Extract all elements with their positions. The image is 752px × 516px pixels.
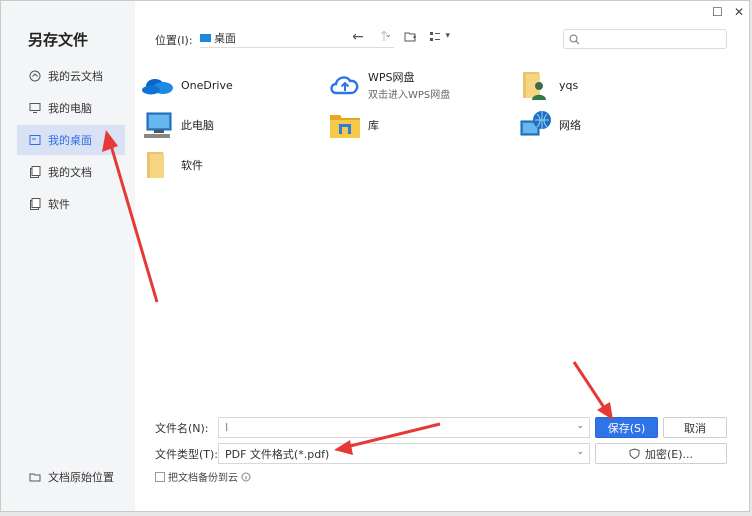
chevron-down-icon: ⌄ (576, 447, 584, 457)
file-name: 库 (368, 119, 379, 132)
file-item-onedrive[interactable]: OneDrive (141, 69, 233, 101)
filetype-select[interactable]: PDF 文件格式(*.pdf) ⌄ (218, 443, 590, 464)
up-button[interactable]: ↑ (375, 29, 393, 45)
desktop-icon (29, 135, 41, 145)
new-folder-icon (404, 32, 416, 42)
file-name: 网络 (559, 119, 581, 132)
file-item-software[interactable]: 软件 (141, 149, 203, 181)
desktop-icon (200, 34, 211, 42)
file-name: 此电脑 (181, 119, 214, 132)
close-button[interactable]: ✕ (734, 5, 744, 19)
save-as-dialog: ☐ ✕ 另存文件 我的云文档 我的电脑 我的桌面 我的文档 软件 文档原始位置 (0, 0, 750, 512)
folder-icon (29, 473, 41, 482)
document-icon (30, 166, 41, 178)
filename-input[interactable]: I ⌄ (218, 417, 590, 438)
encrypt-label: 加密(E)... (644, 447, 694, 461)
location-toolbar: 位置(I): 桌面 ⌄ ← ↑ ▾ (155, 29, 735, 51)
view-mode-button[interactable]: ▾ (429, 31, 455, 47)
sidebar-item-cloud-docs[interactable]: 我的云文档 (17, 61, 125, 91)
filename-value: I (225, 421, 229, 434)
filename-label: 文件名(N): (155, 422, 209, 435)
folder-icon (147, 152, 164, 178)
encrypt-button[interactable]: 加密(E)... (595, 443, 727, 464)
file-subtitle: 双击进入WPS网盘 (368, 90, 451, 101)
sidebar-item-label: 我的电脑 (48, 102, 92, 115)
original-location-label: 文档原始位置 (48, 471, 114, 484)
sidebar-item-label: 软件 (48, 198, 70, 211)
shield-icon (629, 448, 640, 459)
wps-cloud-icon (330, 76, 359, 95)
sidebar: 另存文件 我的云文档 我的电脑 我的桌面 我的文档 软件 文档原始位置 (1, 1, 135, 511)
search-icon (569, 34, 580, 45)
back-button[interactable]: ← (349, 29, 367, 45)
backup-label: 把文档备份到云 (168, 473, 238, 484)
network-icon (520, 111, 551, 136)
sidebar-item-my-computer[interactable]: 我的电脑 (17, 93, 125, 123)
file-item-library[interactable]: 库 (328, 109, 379, 141)
location-value: 桌面 (214, 32, 236, 45)
chevron-down-icon: ⌄ (576, 421, 584, 431)
cancel-button[interactable]: 取消 (663, 417, 727, 438)
list-view-icon (430, 32, 440, 41)
file-name: OneDrive (181, 78, 233, 92)
file-name: yqs (559, 78, 579, 92)
cloud-doc-icon (29, 70, 41, 82)
folder-icon (30, 198, 41, 210)
filetype-value: PDF 文件格式(*.pdf) (225, 447, 330, 461)
pc-icon (144, 112, 172, 138)
backup-to-cloud-option[interactable]: 把文档备份到云 (155, 469, 251, 484)
sidebar-item-software[interactable]: 软件 (17, 189, 125, 219)
computer-icon (29, 103, 41, 113)
sidebar-item-my-desktop[interactable]: 我的桌面 (17, 125, 125, 155)
info-icon (241, 472, 251, 481)
user-folder-icon (523, 72, 546, 100)
maximize-button[interactable]: ☐ (712, 5, 723, 19)
sidebar-item-label: 我的文档 (48, 166, 92, 179)
sidebar-item-label: 我的云文档 (48, 70, 103, 83)
chevron-down-icon: ▾ (445, 31, 450, 41)
file-item-this-pc[interactable]: 此电脑 (141, 109, 214, 141)
file-item-network[interactable]: 网络 (519, 109, 581, 141)
file-name: 软件 (181, 159, 203, 172)
filetype-label: 文件类型(T): (155, 448, 219, 461)
sidebar-item-my-documents[interactable]: 我的文档 (17, 157, 125, 187)
save-button[interactable]: 保存(S) (595, 417, 658, 438)
onedrive-icon (142, 79, 173, 95)
search-input[interactable] (563, 29, 727, 49)
file-item-yqs[interactable]: yqs (519, 69, 578, 101)
file-item-wps-cloud[interactable]: WPS网盘 双击进入WPS网盘 (328, 69, 450, 101)
sidebar-item-label: 我的桌面 (48, 134, 92, 147)
backup-checkbox[interactable] (155, 471, 165, 482)
library-icon (330, 115, 360, 138)
file-name: WPS网盘 (368, 71, 415, 84)
new-folder-button[interactable] (401, 31, 419, 47)
original-location-link[interactable]: 文档原始位置 (29, 469, 114, 485)
location-label: 位置(I): (155, 34, 193, 47)
dialog-title: 另存文件 (28, 31, 89, 49)
